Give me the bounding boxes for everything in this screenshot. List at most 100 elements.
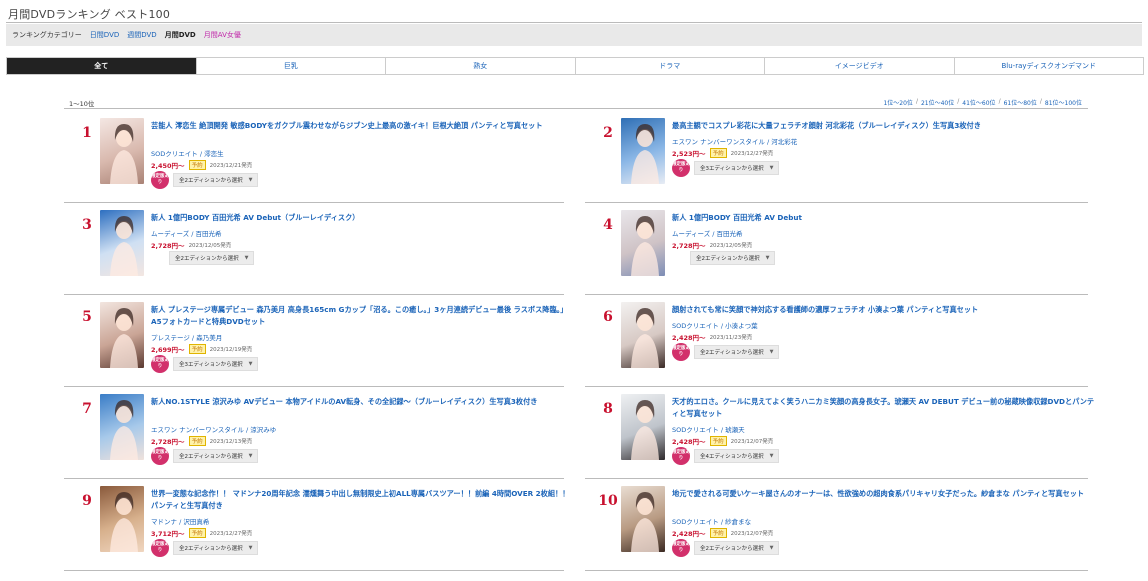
release-date: 2023/11/23発売 (709, 335, 753, 341)
item-divider (64, 294, 564, 295)
price: 3,712円〜 (151, 530, 185, 538)
category-label: ランキングカテゴリー (12, 31, 82, 39)
maker-actress-link[interactable]: ムーディーズ / 百田光希 (672, 228, 743, 238)
preorder-badge: 予約 (709, 436, 727, 446)
price-row: 2,728円〜 2023/12/05発売 (151, 240, 231, 250)
maker-actress-link[interactable]: SODクリエイト / 小湊よつ葉 (672, 320, 758, 330)
range-link-3[interactable]: 61位〜80位 (1004, 98, 1037, 107)
category-link-3[interactable]: 月間AV女優 (204, 30, 241, 40)
product-thumbnail[interactable] (100, 486, 144, 552)
edition-select[interactable]: 全2エディションから選択 ▼ (694, 345, 780, 359)
edition-select[interactable]: 全2エディションから選択 ▼ (173, 173, 259, 187)
maker-actress-link[interactable]: ムーディーズ / 百田光希 (151, 228, 222, 238)
ranking-item: 9 世界一変態な記念作！！ マドンナ20周年記念 濡燻舞う中出し無制限史上初ALL… (64, 486, 569, 576)
price-row: 2,450円〜 予約 2023/12/21発売 (151, 160, 252, 170)
product-title-link[interactable]: 新人 プレステージ専属デビュー 森乃美月 高身長165cm Gカップ「沼る。この… (151, 304, 576, 328)
product-thumbnail[interactable] (621, 486, 665, 552)
rank-number: 6 (603, 309, 613, 325)
edition-select[interactable]: 全3エディションから選択 ▼ (173, 357, 259, 371)
limited-edition-badge: 限定版あり (672, 159, 690, 177)
release-date: 2023/12/21発売 (209, 163, 253, 169)
edition-select[interactable]: 全2エディションから選択 ▼ (690, 251, 776, 265)
edition-select[interactable]: 全2エディションから選択 ▼ (694, 541, 780, 555)
ranking-item: 8 天才的エロさ。クールに見えてよく笑うハニカミ笑顔の高身長女子。琥瀬天 AV D… (585, 394, 1094, 484)
product-title-link[interactable]: 新人 1億円BODY 百田光希 AV Debut（ブルーレイディスク） (151, 212, 576, 224)
item-divider (64, 570, 564, 571)
product-thumbnail[interactable] (621, 118, 665, 184)
release-date: 2023/12/19発売 (209, 347, 253, 353)
product-title-link[interactable]: 顔射されても常に笑顔で神対応する看護師の濃厚フェラチオ 小湊よつ葉 パンティと写… (672, 304, 1097, 316)
price: 2,728円〜 (151, 242, 185, 250)
range-separator: / (998, 98, 1001, 105)
product-thumbnail[interactable] (621, 394, 665, 460)
tab-3[interactable]: ドラマ (575, 58, 765, 74)
product-thumbnail[interactable] (100, 302, 144, 368)
price: 2,450円〜 (151, 162, 185, 170)
maker-actress-link[interactable]: SODクリエイト / 澪恋生 (151, 148, 224, 158)
thumbnail-figure-icon (110, 216, 138, 276)
product-title-link[interactable]: 世界一変態な記念作！！ マドンナ20周年記念 濡燻舞う中出し無制限史上初ALL専… (151, 488, 576, 512)
tab-4[interactable]: イメージビデオ (765, 58, 955, 74)
edition-select-label: 全2エディションから選択 (700, 546, 764, 552)
tab-1[interactable]: 巨乳 (196, 58, 386, 74)
tab-5[interactable]: Blu-rayディスクオンデマンド (954, 58, 1143, 74)
product-title-link[interactable]: 新人 1億円BODY 百田光希 AV Debut (672, 212, 1097, 224)
edition-select-label: 全2エディションから選択 (700, 350, 764, 356)
maker-actress-link[interactable]: エスワン ナンバーワンスタイル / 河北彩花 (672, 136, 797, 146)
product-thumbnail[interactable] (100, 210, 144, 276)
edition-select[interactable]: 全3エディションから選択 ▼ (694, 161, 780, 175)
tab-2[interactable]: 熟女 (386, 58, 576, 74)
maker-actress-link[interactable]: マドンナ / 沢田真希 (151, 516, 209, 526)
item-divider (64, 386, 564, 387)
limited-edition-badge: 限定版あり (672, 343, 690, 361)
ranking-item: 1 芸能人 澪恋生 絶頂開発 敏感BODYをガクブル震わせながらジブン史上最高の激… (64, 118, 564, 208)
range-separator: / (957, 98, 960, 105)
preorder-badge: 予約 (709, 148, 727, 158)
maker-actress-link[interactable]: SODクリエイト / 紗倉まな (672, 516, 751, 526)
maker-actress-link[interactable]: エスワン ナンバーワンスタイル / 涼沢みゆ (151, 424, 276, 434)
range-link-2[interactable]: 41位〜60位 (962, 98, 995, 107)
edition-row: 全2エディションから選択 ▼ (690, 251, 776, 265)
category-link-2[interactable]: 月間DVD (165, 30, 196, 40)
product-thumbnail[interactable] (621, 210, 665, 276)
title-divider (6, 22, 1142, 23)
edition-select[interactable]: 全2エディションから選択 ▼ (173, 541, 259, 555)
ranking-item: 2 最高主観でコスプレ彩花に大量フェラチオ顔射 河北彩花（ブルーレイディスク）生写… (585, 118, 1085, 208)
limited-edition-badge: 限定版あり (672, 447, 690, 465)
price: 2,523円〜 (672, 150, 706, 158)
item-divider (585, 570, 1088, 571)
release-date: 2023/12/27発売 (730, 151, 774, 157)
edition-select[interactable]: 全2エディションから選択 ▼ (169, 251, 255, 265)
limited-edition-badge: 限定版あり (151, 355, 169, 373)
range-separator: / (915, 98, 918, 105)
product-title-link[interactable]: 天才的エロさ。クールに見えてよく笑うハニカミ笑顔の高身長女子。琥瀬天 AV DE… (672, 396, 1097, 420)
item-divider (585, 386, 1088, 387)
maker-actress-link[interactable]: SODクリエイト / 琥瀬天 (672, 424, 745, 434)
chevron-down-icon: ▼ (769, 545, 774, 551)
edition-select[interactable]: 全4エディションから選択 ▼ (694, 449, 780, 463)
product-title-link[interactable]: 芸能人 澪恋生 絶頂開発 敏感BODYをガクブル震わせながらジブン史上最高の激イ… (151, 120, 576, 132)
category-link-1[interactable]: 週間DVD (127, 30, 156, 40)
maker-actress-link[interactable]: プレステージ / 森乃美月 (151, 332, 222, 342)
price: 2,428円〜 (672, 530, 706, 538)
product-thumbnail[interactable] (621, 302, 665, 368)
tab-0[interactable]: 全て (7, 58, 197, 74)
rank-number: 8 (603, 401, 613, 417)
edition-select-label: 全2エディションから選択 (179, 178, 243, 184)
price: 2,728円〜 (672, 242, 706, 250)
product-title-link[interactable]: 最高主観でコスプレ彩花に大量フェラチオ顔射 河北彩花（ブルーレイディスク）生写真… (672, 120, 1097, 132)
range-link-0[interactable]: 1位〜20位 (883, 98, 912, 107)
thumbnail-figure-icon (631, 308, 659, 368)
ranking-item: 6 顔射されても常に笑顔で神対応する看護師の濃厚フェラチオ 小湊よつ葉 パンティと… (585, 302, 1085, 392)
category-link-0[interactable]: 日間DVD (90, 30, 119, 40)
product-thumbnail[interactable] (100, 118, 144, 184)
range-link-4[interactable]: 81位〜100位 (1045, 98, 1082, 107)
product-title-link[interactable]: 地元で愛される可愛いケーキ屋さんのオーナーは、性欲強めの超肉食系パリキャリ女子だ… (672, 488, 1097, 500)
edition-select[interactable]: 全2エディションから選択 ▼ (173, 449, 259, 463)
edition-row: 限定版あり 全4エディションから選択 ▼ (672, 447, 780, 465)
product-thumbnail[interactable] (100, 394, 144, 460)
range-link-1[interactable]: 21位〜40位 (921, 98, 954, 107)
product-title-link[interactable]: 新人NO.1STYLE 涼沢みゆ AVデビュー 本物アイドルのAV転身、その全記… (151, 396, 576, 408)
chevron-down-icon: ▼ (248, 177, 253, 183)
price-row: 2,728円〜 2023/12/05発売 (672, 240, 752, 250)
